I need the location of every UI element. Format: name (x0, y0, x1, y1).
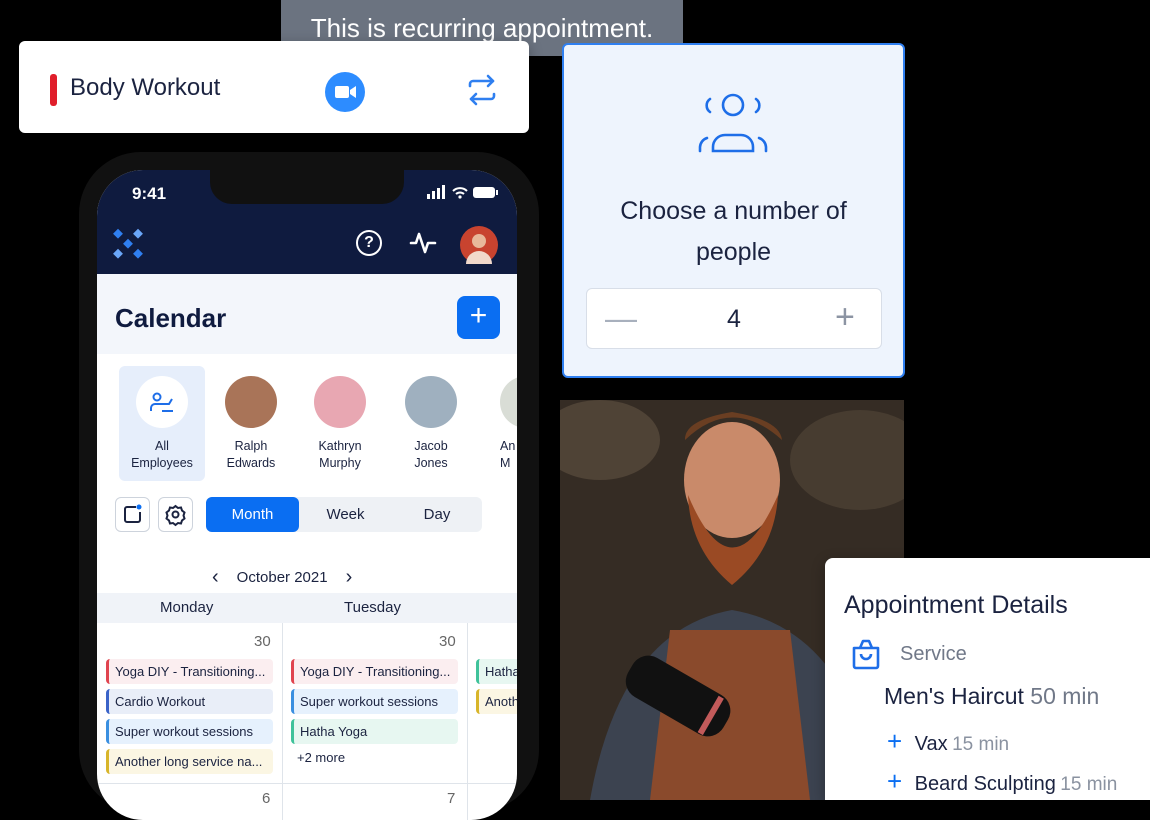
tab-week[interactable]: Week (299, 497, 392, 532)
employee-all[interactable]: All Employees (119, 366, 205, 472)
employee-name-line2: Edwards (226, 456, 276, 470)
people-label-line1: Choose a number of (620, 197, 847, 225)
date-number: 6 (262, 790, 271, 807)
employees-icon (136, 376, 188, 428)
chevron-right-icon[interactable]: › (346, 566, 353, 589)
employee-name-line2: Employees (131, 456, 193, 470)
employee-kathryn-murphy[interactable]: Kathryn Murphy (297, 366, 383, 472)
event-chip[interactable]: Hatha Yoga (291, 719, 458, 744)
tab-month[interactable]: Month (206, 497, 299, 532)
month-navigator: ‹ October 2021 › (212, 566, 352, 589)
repeat-icon[interactable] (464, 72, 500, 108)
grid-divider (282, 623, 283, 820)
event-chip[interactable]: Anoth (476, 689, 517, 714)
employee-partial[interactable]: An M (478, 366, 517, 472)
view-switcher: Month Week Day (206, 497, 482, 532)
employee-name-line2: Jones (414, 456, 448, 470)
phone-screen: 9:41 ? Calendar + All Employees Ralph Ed… (97, 170, 517, 820)
shopping-bag-icon (850, 638, 882, 675)
employee-avatar (405, 376, 457, 428)
plus-icon: + (887, 726, 903, 756)
employee-jacob-jones[interactable]: Jacob Jones (388, 366, 474, 472)
people-stepper: — 4 + (586, 288, 882, 349)
service-name: Men's Haircut (884, 683, 1024, 709)
event-chip[interactable]: Another long service na... (106, 749, 273, 774)
employee-avatar (500, 376, 517, 428)
event-chip[interactable]: Cardio Workout (106, 689, 273, 714)
user-avatar[interactable] (460, 226, 498, 264)
add-appointment-button[interactable]: + (457, 296, 500, 339)
employee-ralph-edwards[interactable]: Ralph Edwards (208, 366, 294, 472)
increment-button[interactable]: + (835, 298, 855, 337)
details-title: Appointment Details (844, 591, 1068, 619)
tooltip-text: This is recurring appointment. (310, 12, 654, 43)
event-chip[interactable]: Yoga DIY - Transitioning... (291, 659, 458, 684)
status-time: 9:41 (132, 184, 167, 203)
people-label-line2: people (695, 238, 772, 266)
calendar-notify-button[interactable] (115, 497, 150, 532)
video-camera-icon[interactable] (325, 72, 365, 112)
activity-icon[interactable] (409, 230, 437, 256)
employee-name-line1: Ralph (234, 439, 268, 453)
event-chip[interactable]: Super workout sessions (291, 689, 458, 714)
extra-duration: 15 min (1060, 774, 1118, 795)
more-events-link[interactable]: +2 more (297, 750, 345, 765)
employee-name-line1: Jacob (414, 439, 448, 453)
extra-duration: 15 min (952, 734, 1010, 755)
appointment-details-card: Appointment Details Service Men's Haircu… (825, 558, 1150, 800)
chevron-left-icon[interactable]: ‹ (212, 566, 219, 589)
service-duration: 50 min (1030, 683, 1100, 709)
extra-name: Beard Sculpting (914, 773, 1056, 795)
grid-divider (97, 783, 517, 784)
event-chip[interactable]: Yoga DIY - Transitioning... (106, 659, 273, 684)
people-count-card: Choose a number of people — 4 + (562, 43, 905, 378)
event-color-bar (50, 74, 57, 106)
employee-name-line2: Murphy (319, 456, 361, 470)
status-icons (427, 185, 499, 204)
app-logo-icon[interactable] (113, 228, 145, 260)
extra-item[interactable]: + Beard Sculpting 15 min (887, 766, 1117, 797)
tab-day[interactable]: Day (392, 497, 482, 532)
extra-item[interactable]: + Vax 15 min (887, 726, 1009, 757)
weekday-monday: Monday (160, 599, 214, 616)
employee-name-line1: All (155, 439, 169, 453)
employee-avatar (225, 376, 277, 428)
date-number: 7 (447, 790, 456, 807)
help-icon[interactable]: ? (356, 230, 382, 256)
people-label: Choose a number of people (564, 191, 903, 273)
employee-name-line1: An (500, 439, 516, 453)
grid-divider (467, 623, 468, 820)
extra-name: Vax (914, 733, 948, 755)
service-label: Service (900, 643, 967, 665)
people-group-icon (697, 89, 769, 162)
plus-icon: + (887, 766, 903, 796)
phone-frame: 9:41 ? Calendar + All Employees Ralph Ed… (79, 152, 539, 820)
employee-name-line2: M (500, 456, 511, 470)
phone-notch (210, 170, 404, 204)
calendar-title: Calendar (115, 303, 227, 333)
event-title: Body Workout (70, 74, 221, 101)
settings-button[interactable] (158, 497, 193, 532)
event-card[interactable]: Body Workout (19, 41, 529, 133)
employee-avatar (314, 376, 366, 428)
date-number: 30 (439, 633, 456, 650)
service-row[interactable]: Men's Haircut 50 min (884, 683, 1099, 710)
weekday-tuesday: Tuesday (344, 599, 401, 616)
event-chip[interactable]: Hatha (476, 659, 517, 684)
event-chip[interactable]: Super workout sessions (106, 719, 273, 744)
month-label: October 2021 (236, 569, 328, 586)
employee-name-line1: Kathryn (318, 439, 362, 453)
date-number: 30 (254, 633, 271, 650)
